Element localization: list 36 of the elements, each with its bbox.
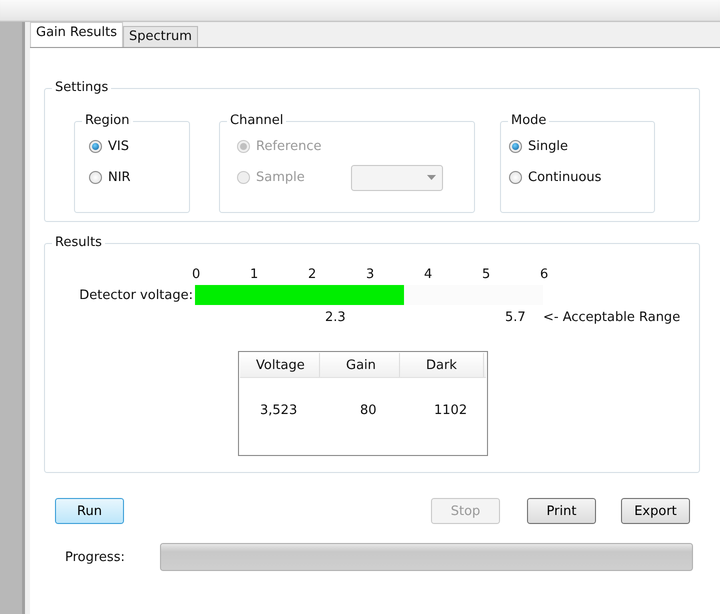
range-value: 5.7 [505,310,527,327]
caret-icon [426,175,436,180]
tab[interactable]: Gain Results [30,22,123,47]
radio-label: Continuous [528,170,602,185]
button[interactable]: Print [527,498,596,524]
column-header[interactable]: Gain [320,353,400,377]
radio-label: Sample [256,170,305,185]
radio-label: NIR [108,170,131,185]
radio-button[interactable] [89,171,102,184]
scale-label: 4 [424,267,434,282]
table-cell-text: 3,523 [259,403,298,418]
button[interactable]: Export [621,498,690,524]
button[interactable]: Run [55,498,124,524]
group-title: Region [82,113,133,129]
tab[interactable]: Spectrum [122,26,198,47]
scale-label: 3 [366,267,376,282]
group-title: Settings [52,80,112,96]
radio-button[interactable] [89,140,102,153]
table-cell-text: 80 [359,403,378,418]
table-cell-text: 1102 [433,403,468,418]
range-note: <- Acceptable Range [543,310,680,327]
range-value: 2.3 [325,310,347,327]
radio-label: VIS [108,139,129,154]
scale-label: 6 [540,267,550,282]
scale-label: 1 [250,267,260,282]
radio-label: Single [528,139,568,154]
scale-label: 2 [308,267,318,282]
radio-button[interactable] [509,171,522,184]
radio-button[interactable] [509,140,522,153]
meter-label: Detector voltage: [78,288,193,302]
radio-label: Reference [256,139,322,154]
column-header[interactable]: Dark [400,353,484,377]
scale-label: 5 [482,267,492,282]
column-header[interactable]: Voltage [240,353,320,377]
progress-label: Progress: [65,550,126,564]
scale-label: 0 [192,267,202,282]
